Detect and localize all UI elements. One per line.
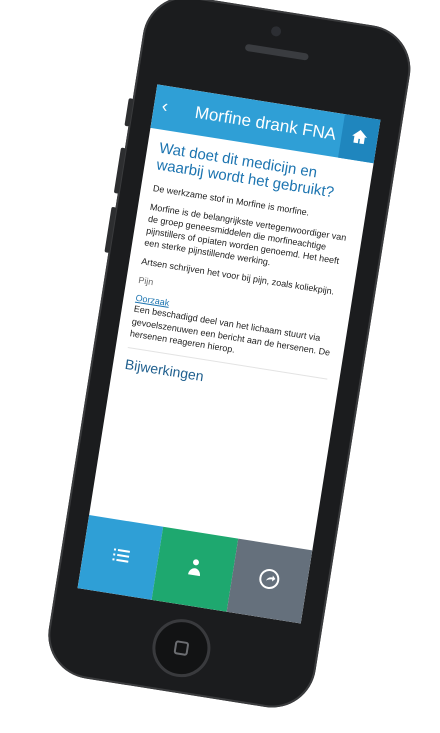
content-area: Wat doet dit medicijn en waarbij wordt h… — [89, 128, 374, 551]
nav-person-button[interactable] — [151, 526, 238, 612]
nav-list-button[interactable] — [77, 515, 164, 600]
earpiece-speaker — [244, 43, 309, 61]
back-button[interactable]: ‹ — [160, 95, 170, 118]
phone-body: ‹ Morfine drank FNA Wat doet dit medicij… — [42, 0, 417, 714]
phone-frame: ‹ Morfine drank FNA Wat doet dit medicij… — [0, 0, 440, 733]
share-icon — [255, 565, 283, 597]
volume-up-button — [113, 147, 126, 194]
volume-down-button — [104, 206, 117, 253]
front-camera — [270, 25, 282, 38]
home-hardware-button[interactable] — [148, 614, 215, 682]
home-square-icon — [173, 640, 190, 657]
nav-share-button[interactable] — [226, 538, 313, 624]
person-icon — [181, 553, 209, 585]
chevron-left-icon: ‹ — [160, 95, 170, 117]
home-icon — [349, 126, 370, 152]
mute-switch — [124, 98, 134, 127]
home-button[interactable] — [338, 114, 381, 164]
list-icon — [106, 541, 134, 573]
